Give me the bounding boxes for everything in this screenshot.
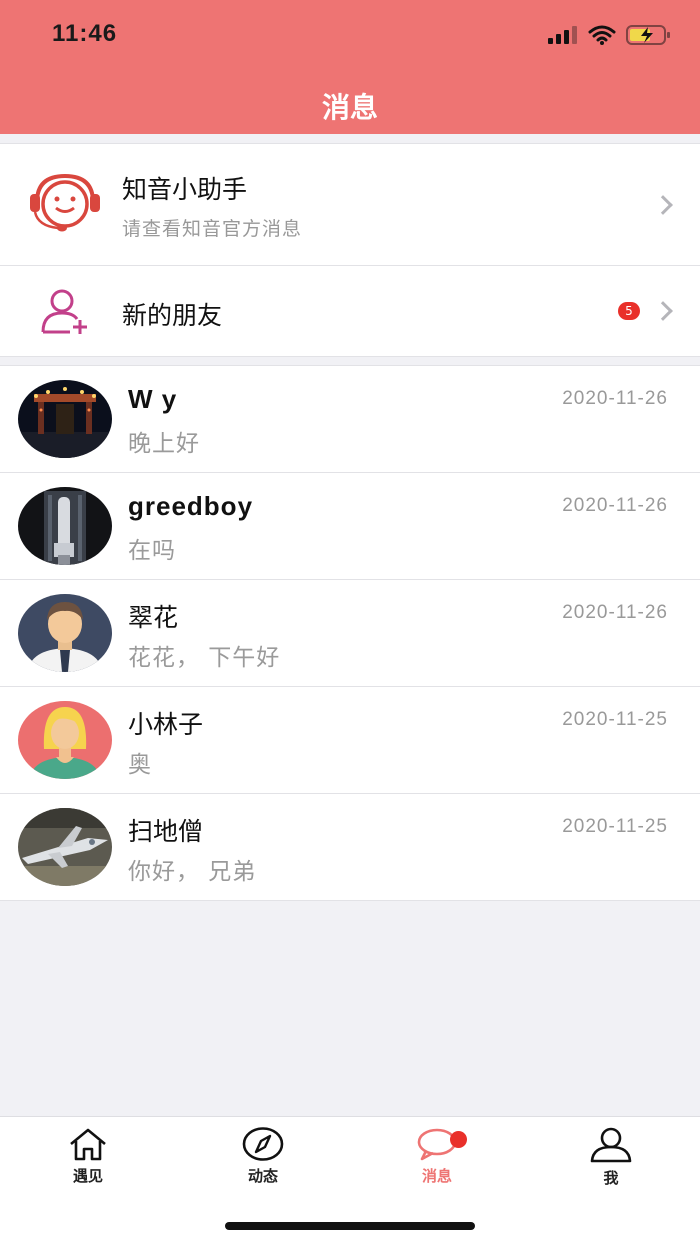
- chat-row-greedboy[interactable]: greedboy 2020-11-26 在吗: [0, 473, 700, 580]
- headset-assistant-icon: [30, 174, 100, 232]
- chat-name: 翠花: [128, 603, 179, 632]
- tab-label: 我: [603, 1169, 619, 1187]
- chat-preview: 在吗: [128, 538, 176, 564]
- avatar: [18, 487, 112, 565]
- chat-row-wy[interactable]: W y 2020-11-26 晚上好: [0, 366, 700, 473]
- page-title: 消息: [321, 91, 378, 124]
- chat-time: 2020-11-26: [562, 495, 668, 516]
- status-time: 11:46: [52, 20, 118, 47]
- status-icons: [548, 22, 672, 48]
- signal-icon: [548, 26, 577, 44]
- chevron-right-icon: [653, 195, 673, 215]
- chat-preview: 你好， 兄弟: [128, 859, 257, 885]
- notification-dot: [450, 1131, 467, 1148]
- avatar: [18, 380, 112, 458]
- home-indicator[interactable]: [225, 1222, 475, 1230]
- chat-preview: 奥: [128, 752, 152, 778]
- chat-preview: 花花， 下午好: [128, 645, 281, 671]
- assistant-subtitle: 请查看知音官方消息: [122, 218, 303, 240]
- tab-label: 遇见: [72, 1167, 103, 1185]
- chat-time: 2020-11-25: [562, 709, 668, 730]
- chevron-right-icon: [653, 301, 673, 321]
- chat-time: 2020-11-26: [562, 602, 668, 623]
- chat-name: 小林子: [128, 710, 204, 739]
- chat-name: greedboy: [128, 491, 254, 521]
- tab-label: 动态: [247, 1167, 278, 1185]
- person-icon: [590, 1127, 632, 1163]
- unread-badge: 5: [618, 302, 640, 320]
- chat-row-cuihua[interactable]: 翠花 2020-11-26 花花， 下午好: [0, 580, 700, 687]
- new-friends-row[interactable]: 新的朋友 5: [0, 266, 700, 358]
- chat-row-xiaolinzi[interactable]: 小林子 2020-11-25 奥: [0, 687, 700, 794]
- add-friend-icon: [41, 289, 87, 334]
- new-friends-title: 新的朋友: [122, 301, 223, 330]
- chat-list: W y 2020-11-26 晚上好 greedboy 2020-11-26 在…: [0, 365, 700, 901]
- chat-name: W y: [128, 384, 178, 414]
- battery-icon: [626, 25, 670, 45]
- chat-name: 扫地僧: [128, 817, 204, 846]
- tab-encounter[interactable]: 遇见: [28, 1127, 148, 1186]
- wifi-icon: [588, 25, 616, 45]
- home-icon: [70, 1128, 106, 1161]
- header-bar: 11:46 消息: [0, 0, 700, 134]
- tab-me[interactable]: 我: [551, 1127, 671, 1188]
- chat-time: 2020-11-26: [562, 388, 668, 409]
- assistant-row[interactable]: 知音小助手 请查看知音官方消息: [0, 144, 700, 266]
- avatar: [18, 808, 112, 886]
- compass-icon: [242, 1127, 284, 1161]
- chat-time: 2020-11-25: [562, 816, 668, 837]
- avatar: [18, 594, 112, 672]
- system-section: 知音小助手 请查看知音官方消息 新的朋友 5: [0, 143, 700, 357]
- tab-messages[interactable]: 消息: [377, 1127, 497, 1186]
- chat-row-saodiseng[interactable]: 扫地僧 2020-11-25 你好， 兄弟: [0, 794, 700, 901]
- avatar: [18, 701, 112, 779]
- assistant-title: 知音小助手: [122, 175, 248, 204]
- chat-preview: 晚上好: [128, 431, 200, 457]
- tab-moments[interactable]: 动态: [203, 1127, 323, 1186]
- tab-label: 消息: [421, 1167, 452, 1185]
